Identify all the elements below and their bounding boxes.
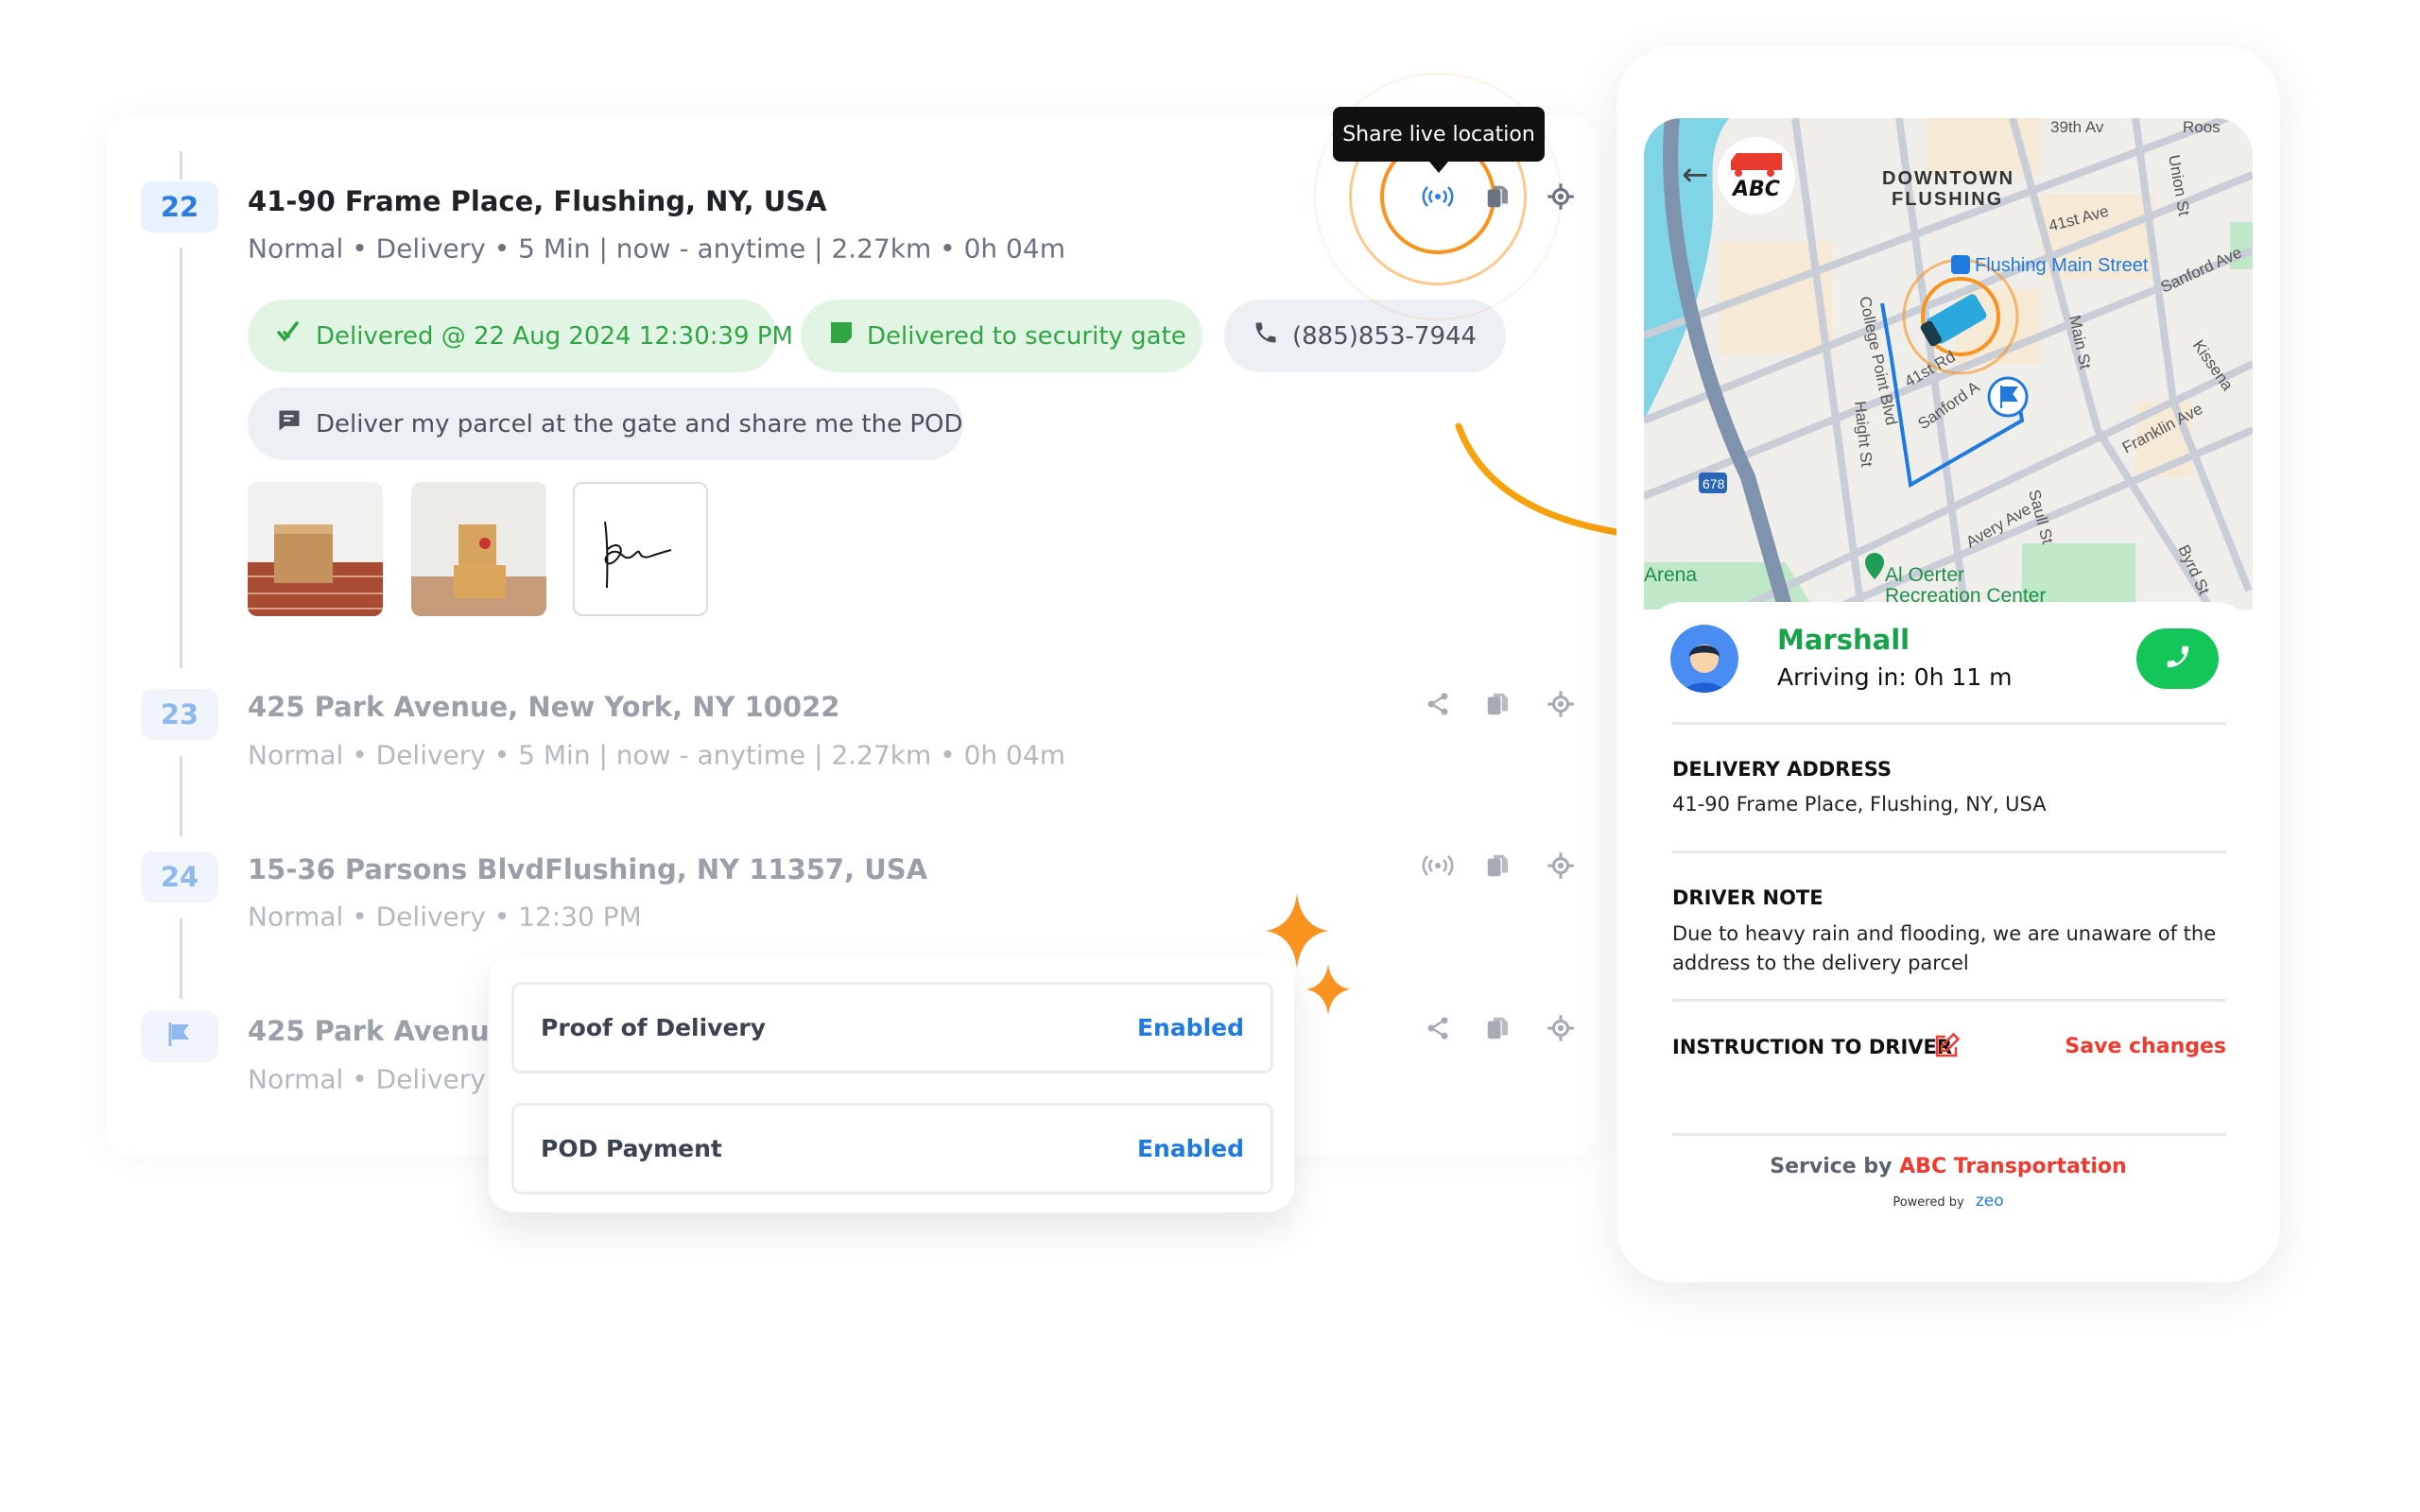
copy-icon[interactable]	[1481, 1011, 1515, 1045]
stop-meta: Normal • Delivery	[248, 1063, 486, 1095]
map-label: DOWNTOWN	[1882, 168, 2014, 189]
pod-label: Proof of Delivery	[541, 1014, 767, 1041]
stop-address[interactable]: 425 Park Avenue,	[248, 1015, 518, 1047]
service-by: Service by ABC Transportation	[1644, 1155, 2253, 1178]
pod-payment-status[interactable]: Enabled	[1137, 1135, 1244, 1162]
share-icon[interactable]	[1421, 687, 1455, 721]
stop-meta: Normal • Delivery • 5 Min | now - anytim…	[248, 232, 1065, 265]
map-label: Arena	[1644, 564, 1697, 586]
driver-avatar	[1670, 625, 1738, 693]
timeline-line	[180, 756, 182, 836]
live-map[interactable]: DOWNTOWN FLUSHING 39th Av Roos 41st Ave …	[1644, 118, 2253, 610]
divider	[1672, 999, 2226, 1002]
locate-icon[interactable]	[1544, 1011, 1578, 1045]
delivery-address: 41-90 Frame Place, Flushing, NY, USA	[1672, 793, 2047, 816]
note-icon	[829, 320, 854, 352]
instruction-label: INSTRUCTION TO DRIVER	[1672, 1036, 1953, 1058]
map-label: Flushing Main Street	[1975, 255, 2149, 276]
stop-number-badge: 22	[141, 181, 218, 232]
sparkle-large	[1266, 893, 1328, 969]
driver-note-label: DRIVER NOTE	[1672, 886, 1824, 909]
pod-status[interactable]: Enabled	[1137, 1014, 1244, 1041]
company-name[interactable]: ABC Transportation	[1899, 1155, 2127, 1178]
logo-text: ABC	[1733, 177, 1780, 201]
phone-number: (885)853-7944	[1292, 321, 1478, 351]
phone-icon	[1253, 319, 1279, 352]
phone-icon	[2164, 643, 2192, 675]
share-live-location-tooltip: Share live location	[1333, 107, 1545, 173]
stop-address[interactable]: 41-90 Frame Place, Flushing, NY, USA	[248, 185, 827, 217]
service-by-label: Service by	[1770, 1155, 1893, 1178]
zeo-logo[interactable]: zeo	[1976, 1192, 2004, 1211]
sparkle-small	[1306, 964, 1350, 1015]
divider	[1672, 1133, 2226, 1136]
driver-name: Marshall	[1777, 624, 1910, 656]
eta-text: Arriving in: 0h 11 m	[1777, 663, 2013, 691]
stop-address[interactable]: 425 Park Avenue, New York, NY 10022	[248, 691, 839, 723]
copy-icon[interactable]	[1481, 180, 1515, 214]
stop-number-badge: 23	[141, 689, 218, 740]
timeline-line	[180, 248, 182, 668]
sparkle-icon	[1266, 893, 1350, 1015]
locate-icon[interactable]	[1544, 849, 1578, 883]
customer-note: Deliver my parcel at the gate and share …	[316, 409, 963, 438]
save-changes-button[interactable]: Save changes	[2065, 1035, 2226, 1058]
locate-icon[interactable]	[1544, 180, 1578, 214]
map-label: Roos	[2183, 118, 2221, 136]
copy-icon[interactable]	[1481, 849, 1515, 883]
edit-icon[interactable]	[1932, 1032, 1961, 1064]
live-location-icon[interactable]	[1421, 849, 1455, 883]
delivery-location: Delivered to security gate	[867, 321, 1186, 351]
divider	[1672, 722, 2226, 725]
delivery-location-pill: Delivered to security gate	[801, 300, 1202, 372]
delivered-time: Delivered @ 22 Aug 2024 12:30:39 PM	[316, 321, 793, 351]
timeline-line	[180, 151, 182, 180]
locate-icon[interactable]	[1544, 687, 1578, 721]
map-label: 39th Av	[2050, 118, 2104, 136]
signature-image[interactable]	[573, 482, 708, 616]
pod-settings-popup: Proof of Delivery Enabled POD Payment En…	[489, 954, 1294, 1212]
delivered-status-pill: Delivered @ 22 Aug 2024 12:30:39 PM	[248, 300, 793, 372]
live-location-icon[interactable]	[1421, 180, 1455, 214]
customer-note-pill: Deliver my parcel at the gate and share …	[248, 387, 963, 460]
map-label: FLUSHING	[1892, 189, 2003, 210]
proof-photo-2[interactable]	[411, 482, 546, 616]
delivery-address-label: DELIVERY ADDRESS	[1672, 758, 1893, 781]
stop-meta: Normal • Delivery • 5 Min | now - anytim…	[248, 739, 1065, 771]
double-check-icon	[276, 319, 302, 352]
share-icon[interactable]	[1421, 1011, 1455, 1045]
map-label: Al Oerter	[1885, 564, 1964, 586]
company-logo: ABC	[1718, 137, 1795, 215]
stop-meta: Normal • Delivery • 12:30 PM	[248, 901, 642, 933]
back-arrow-icon[interactable]: ←	[1682, 156, 1709, 194]
copy-icon[interactable]	[1481, 687, 1515, 721]
map-label: 678	[1703, 476, 1725, 491]
powered-by: Powered by zeo	[1644, 1192, 2253, 1211]
driver-note-line: Due to heavy rain and flooding, we are u…	[1672, 922, 2217, 945]
timeline-line	[180, 919, 182, 999]
divider	[1672, 850, 2226, 853]
stop-address[interactable]: 15-36 Parsons BlvdFlushing, NY 11357, US…	[248, 853, 927, 885]
call-driver-button[interactable]	[2136, 628, 2219, 689]
stop-number-badge: 24	[141, 851, 218, 902]
pod-payment-label: POD Payment	[541, 1135, 722, 1162]
proof-photo-1[interactable]	[248, 482, 383, 616]
driver-note-line: address to the delivery parcel	[1672, 952, 1969, 974]
truck-icon	[1731, 152, 1782, 177]
powered-by-label: Powered by	[1893, 1195, 1964, 1210]
comment-icon	[276, 407, 302, 440]
pod-payment-row[interactable]: POD Payment Enabled	[511, 1103, 1273, 1194]
flag-icon	[165, 1020, 194, 1055]
proof-of-delivery-row[interactable]: Proof of Delivery Enabled	[511, 982, 1273, 1074]
final-stop-badge	[141, 1011, 218, 1062]
